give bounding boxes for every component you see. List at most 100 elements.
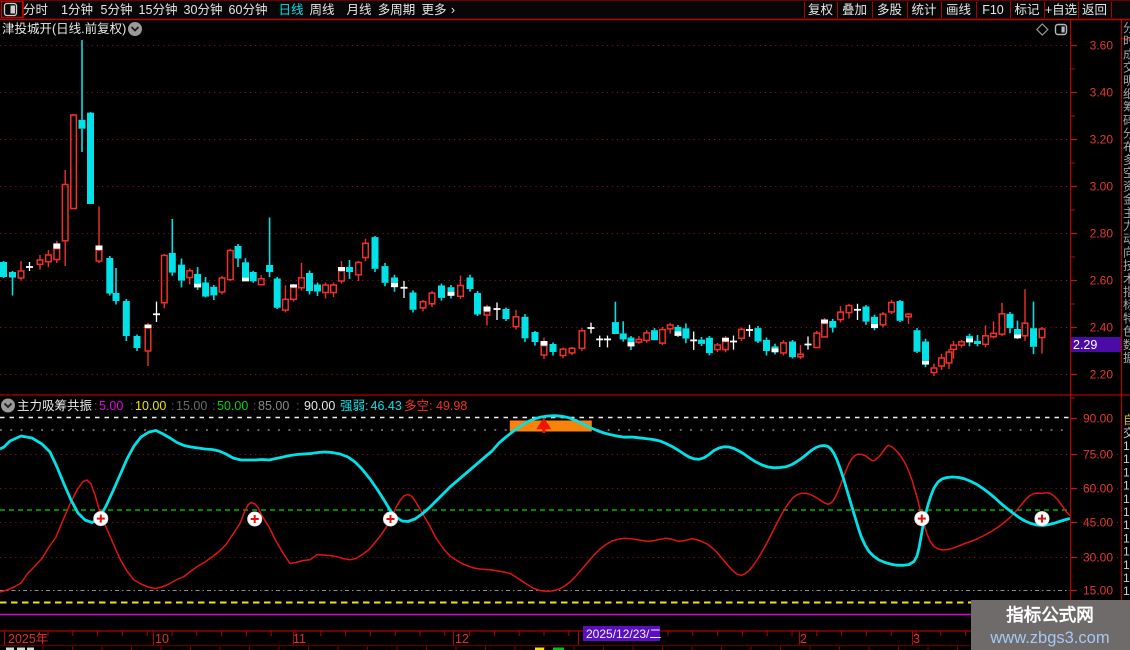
svg-text:力: 力	[1123, 219, 1130, 233]
svg-text:交: 交	[1123, 60, 1130, 75]
svg-text:1: 1	[1123, 505, 1130, 519]
svg-text:向: 向	[1123, 244, 1130, 259]
svg-text:指: 指	[1123, 284, 1130, 299]
svg-text:50.00: 50.00	[217, 399, 248, 413]
svg-text:60分钟: 60分钟	[229, 2, 268, 17]
svg-text:2: 2	[800, 632, 807, 646]
svg-text:多股: 多股	[877, 3, 903, 17]
svg-text:资: 资	[1123, 179, 1130, 193]
svg-text:1: 1	[1123, 492, 1130, 506]
svg-text:1: 1	[1123, 584, 1130, 598]
svg-text:+自选: +自选	[1045, 3, 1078, 17]
svg-text::: :	[171, 399, 174, 413]
svg-text:分: 分	[1123, 127, 1130, 141]
svg-text::: :	[212, 399, 215, 413]
svg-text:月线: 月线	[346, 3, 372, 17]
svg-text:技: 技	[1123, 259, 1130, 273]
svg-text:金: 金	[1123, 192, 1130, 207]
svg-text:49.98: 49.98	[436, 399, 467, 413]
svg-text:多: 多	[1123, 153, 1130, 167]
svg-text:3.20: 3.20	[1090, 133, 1114, 147]
svg-text:据: 据	[1123, 351, 1130, 365]
svg-text:分: 分	[1123, 21, 1130, 35]
svg-text:5.00: 5.00	[99, 399, 123, 413]
svg-text:15.00: 15.00	[1083, 584, 1113, 598]
svg-text:标记: 标记	[1014, 3, 1040, 17]
svg-text::: :	[253, 399, 256, 413]
svg-text:10.00: 10.00	[135, 399, 166, 413]
svg-text:45.00: 45.00	[1083, 516, 1113, 530]
svg-text:画线: 画线	[946, 3, 972, 17]
svg-text:明: 明	[1123, 74, 1130, 88]
svg-text:30.00: 30.00	[1083, 551, 1113, 565]
svg-text:细: 细	[1123, 87, 1130, 101]
svg-text:2025/12/23/二: 2025/12/23/二	[586, 627, 661, 641]
svg-text:强弱:: 强弱:	[340, 399, 368, 413]
svg-text:5分钟: 5分钟	[101, 2, 133, 17]
svg-text:码: 码	[1123, 113, 1130, 127]
svg-text:30分钟: 30分钟	[184, 2, 223, 17]
svg-text:主力吸筹共振: 主力吸筹共振	[17, 398, 93, 413]
svg-text:F10: F10	[982, 3, 1004, 17]
svg-text:2.20: 2.20	[1090, 368, 1114, 382]
svg-text:周线: 周线	[309, 3, 335, 17]
svg-text:2.80: 2.80	[1090, 227, 1114, 241]
svg-text:10: 10	[155, 632, 169, 646]
svg-text:1: 1	[1123, 518, 1130, 532]
svg-text:特: 特	[1123, 310, 1130, 325]
svg-text:1: 1	[1123, 465, 1130, 479]
svg-text:成: 成	[1123, 47, 1130, 61]
svg-text:主: 主	[1123, 206, 1130, 220]
svg-text:动: 动	[1123, 232, 1130, 246]
svg-text:3: 3	[913, 632, 920, 646]
svg-text:标: 标	[1123, 298, 1130, 312]
svg-text:90.00: 90.00	[304, 399, 335, 413]
svg-text:布: 布	[1123, 140, 1130, 154]
svg-text:1: 1	[1123, 452, 1130, 466]
svg-text:60.00: 60.00	[1083, 482, 1113, 496]
svg-text:指标公式网: 指标公式网	[1006, 605, 1094, 625]
svg-text:时: 时	[1123, 34, 1130, 48]
svg-text:分时: 分时	[23, 3, 49, 17]
svg-text:3.00: 3.00	[1090, 180, 1114, 194]
svg-text:1分钟: 1分钟	[61, 2, 93, 17]
svg-text:2.40: 2.40	[1090, 321, 1114, 335]
svg-text:www.zbgs3.com: www.zbgs3.com	[989, 629, 1109, 647]
svg-text:75.00: 75.00	[1083, 448, 1113, 462]
svg-text:色: 色	[1123, 325, 1130, 339]
svg-text:12: 12	[455, 632, 469, 646]
svg-text:交: 交	[1123, 425, 1130, 440]
svg-text:自: 自	[1123, 413, 1130, 427]
svg-text:15分钟: 15分钟	[139, 2, 178, 17]
svg-text:›: ›	[451, 3, 455, 17]
svg-text:15.00: 15.00	[176, 399, 207, 413]
svg-text:复权: 复权	[808, 2, 834, 17]
svg-text:1: 1	[1123, 479, 1130, 493]
svg-text:多空:: 多空:	[404, 399, 432, 413]
svg-text:叠加: 叠加	[842, 3, 867, 17]
svg-text:日线: 日线	[278, 3, 304, 17]
svg-text:11: 11	[293, 632, 306, 646]
svg-text:1: 1	[1123, 558, 1130, 572]
svg-text:多周期: 多周期	[378, 3, 416, 17]
svg-text::: :	[94, 399, 97, 413]
svg-text:1: 1	[1123, 531, 1130, 545]
svg-text:2025年: 2025年	[8, 632, 48, 646]
svg-text:85.00: 85.00	[258, 399, 289, 413]
svg-text:2.29: 2.29	[1073, 338, 1097, 352]
svg-text:3.40: 3.40	[1090, 86, 1114, 100]
svg-text:空: 空	[1123, 166, 1130, 180]
svg-text:1: 1	[1123, 571, 1130, 585]
svg-text:统计: 统计	[911, 3, 936, 17]
svg-text:返回: 返回	[1082, 3, 1107, 17]
svg-text:2.60: 2.60	[1090, 274, 1114, 288]
svg-text:1: 1	[1123, 545, 1130, 559]
svg-text:更多: 更多	[421, 3, 446, 17]
svg-text:津投城开(日线.前复权): 津投城开(日线.前复权)	[2, 21, 126, 36]
svg-text:1: 1	[1123, 439, 1130, 453]
svg-text:3.60: 3.60	[1090, 39, 1114, 53]
svg-text:数: 数	[1123, 337, 1130, 352]
svg-text:46.43: 46.43	[371, 399, 402, 413]
svg-text:术: 术	[1123, 272, 1130, 286]
svg-text:筹: 筹	[1123, 100, 1130, 114]
